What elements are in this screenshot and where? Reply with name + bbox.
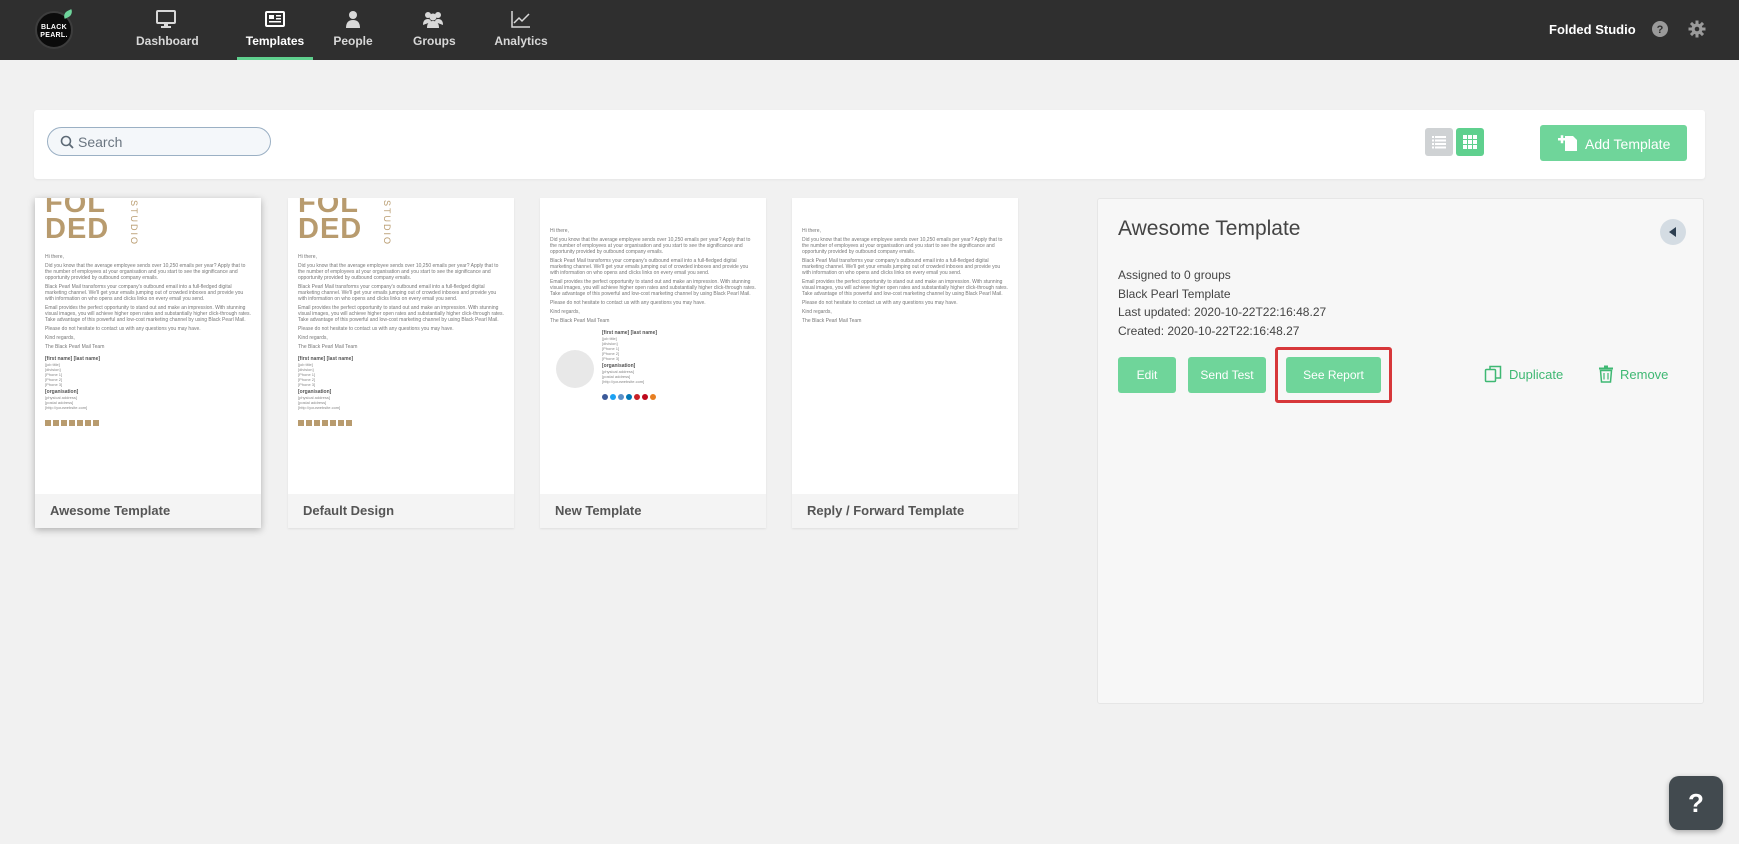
last-updated: Last updated: 2020-10-22T22:16:48.27 [1118, 305, 1327, 319]
template-card-title: New Template [540, 494, 766, 528]
nav-label: Analytics [494, 34, 548, 48]
edit-button[interactable]: Edit [1118, 357, 1176, 393]
collapse-panel-button[interactable] [1660, 219, 1686, 245]
folded-studio-logo: FOL DED STUDIO [298, 198, 392, 247]
nav-label: Dashboard [136, 34, 199, 48]
leaf-icon [62, 9, 74, 19]
gear-icon[interactable] [1688, 20, 1706, 38]
see-report-highlight [1275, 347, 1392, 403]
add-template-button[interactable]: Add Template [1540, 125, 1687, 161]
template-card-title: Awesome Template [35, 494, 261, 528]
grid-icon [1463, 135, 1477, 149]
nav-groups[interactable]: Groups [413, 0, 456, 60]
top-navbar: BLACK PEARL. Dashboard Templates People … [0, 0, 1739, 60]
caret-left-icon [1669, 227, 1676, 237]
question-circle-icon[interactable]: ? [1651, 20, 1669, 38]
assigned-groups: Assigned to 0 groups [1118, 268, 1231, 282]
help-chat-button[interactable]: ? [1669, 776, 1723, 830]
grid-view-button[interactable] [1456, 128, 1484, 156]
line-chart-icon [511, 11, 530, 28]
logo-text-bottom: PEARL. [40, 32, 68, 39]
avatar-placeholder-icon [556, 350, 594, 388]
add-template-label: Add Template [1585, 136, 1671, 152]
nav-analytics[interactable]: Analytics [494, 0, 548, 60]
monitor-icon [156, 10, 176, 28]
person-icon [346, 11, 360, 28]
email-signature: [first name] [last name] [job title] [di… [550, 330, 756, 410]
group-icon [423, 12, 443, 28]
template-card-title: Default Design [288, 494, 514, 528]
created-date: Created: 2020-10-22T22:16:48.27 [1118, 324, 1300, 338]
duplicate-icon [1484, 365, 1502, 383]
social-icons [298, 413, 504, 426]
folded-studio-logo: FOL DED STUDIO [45, 198, 139, 247]
account-name[interactable]: Folded Studio [1549, 22, 1636, 37]
template-thumbnail: Hi there, Did you know that the average … [802, 228, 1008, 324]
detail-title: Awesome Template [1118, 217, 1301, 240]
template-card-new[interactable]: Hi there, Did you know that the average … [540, 198, 766, 528]
nav-dashboard[interactable]: Dashboard [136, 0, 199, 60]
template-thumbnail: FOL DED STUDIO Hi there, Did you know tha… [35, 198, 261, 494]
template-card-awesome[interactable]: FOL DED STUDIO Hi there, Did you know tha… [35, 198, 261, 528]
nav-label: Groups [413, 34, 456, 48]
search-input[interactable] [78, 132, 263, 152]
base-template: Black Pearl Template [1118, 287, 1231, 301]
newspaper-icon [265, 11, 285, 27]
list-icon [1432, 136, 1446, 149]
template-card-default[interactable]: FOL DED STUDIO Hi there, Did you know tha… [288, 198, 514, 528]
logo-text-top: BLACK [41, 24, 67, 31]
list-view-button[interactable] [1425, 128, 1453, 156]
nav-people[interactable]: People [333, 0, 373, 60]
nav-label: Templates [245, 34, 305, 48]
black-pearl-logo[interactable]: BLACK PEARL. [35, 9, 74, 49]
template-thumbnail: Hi there, Did you know that the average … [540, 198, 766, 494]
templates-toolbar: Add Template [34, 110, 1705, 179]
nav-templates[interactable]: Templates [237, 0, 313, 60]
social-icons [602, 387, 658, 400]
search-icon [60, 135, 74, 149]
search-box[interactable] [47, 127, 271, 156]
add-document-icon [1558, 135, 1577, 151]
send-test-button[interactable]: Send Test [1188, 357, 1266, 393]
social-icons [45, 413, 251, 426]
template-card-reply-forward[interactable]: Hi there, Did you know that the average … [792, 198, 1018, 528]
template-thumbnail: FOL DED STUDIO Hi there, Did you know tha… [288, 198, 514, 494]
template-card-title: Reply / Forward Template [792, 494, 1018, 528]
trash-icon [1599, 365, 1613, 383]
nav-label: People [333, 34, 373, 48]
svg-text:?: ? [1657, 24, 1664, 36]
template-detail-panel: Awesome Template Assigned to 0 groups Bl… [1097, 198, 1704, 704]
